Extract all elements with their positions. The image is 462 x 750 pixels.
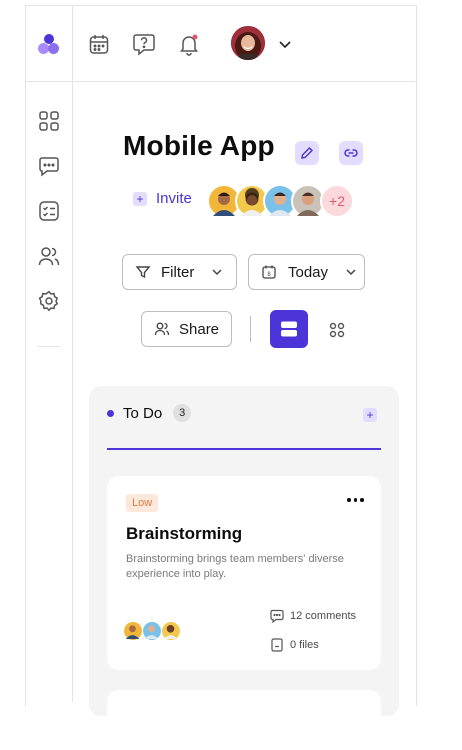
files-count[interactable]: 0 files [270,638,319,652]
column-underline [107,448,381,450]
date-label: Today [288,263,329,281]
invite-button[interactable]: + Invite [133,190,192,207]
copy-link-button[interactable] [339,141,363,165]
sidebar [25,6,73,702]
file-icon [271,638,283,652]
filter-button[interactable]: Filter [122,254,237,290]
column-title: To Do [123,404,163,422]
chat-icon[interactable] [37,154,61,178]
share-label: Share [179,320,220,338]
board-view-button[interactable] [270,310,308,348]
more-members-badge[interactable]: +2 [320,184,354,218]
app-logo[interactable] [38,34,60,56]
calendar-icon[interactable] [87,32,111,56]
filter-icon [135,266,151,279]
top-bar [73,6,415,82]
comment-icon [270,609,284,623]
card-title: Brainstorming [126,524,243,543]
share-button[interactable]: Share [141,311,232,347]
task-card[interactable] [107,690,381,750]
view-separator [250,316,251,342]
calendar-icon: 8 [262,265,276,279]
settings-icon[interactable] [37,289,61,313]
invite-label: Invite [156,190,192,207]
filter-label: Filter [161,263,195,281]
share-users-icon [154,322,170,336]
task-card[interactable]: Low Brainstorming Brainstorming brings t… [107,476,381,670]
bell-icon[interactable] [177,32,201,56]
pencil-icon [301,147,313,159]
add-task-button[interactable]: + [363,408,377,422]
card-description: Brainstorming brings team members' diver… [126,553,344,580]
priority-badge: Low [126,494,159,512]
kanban-column: To Do 3 + Low Brainstorming Brainstormin… [89,386,399,750]
status-dot [107,409,114,417]
files-label: 0 files [290,639,319,651]
board-view-icon [281,321,297,337]
plus-icon: + [133,191,147,206]
edit-button[interactable] [295,141,319,165]
more-options-icon[interactable] [347,498,364,502]
comments-label: 12 comments [290,610,357,622]
assignee-avatar[interactable] [142,621,162,641]
link-icon [344,149,358,157]
task-list-icon[interactable] [37,199,61,223]
assignee-avatar[interactable] [161,621,181,641]
column-count-badge: 3 [173,404,192,422]
sidebar-separator [38,346,60,347]
date-dropdown[interactable]: 8 Today [248,254,365,290]
chevron-down-icon [212,269,222,276]
svg-text:8: 8 [267,272,271,278]
chevron-down-icon [346,269,356,276]
help-icon[interactable] [132,32,156,56]
comments-count[interactable]: 12 comments [270,609,356,623]
sidebar-divider [25,81,72,82]
chevron-down-icon[interactable] [273,32,297,56]
grid-view-icon [329,322,345,338]
grid-icon[interactable] [37,109,61,133]
assignee-avatar[interactable] [123,621,143,641]
column-header: To Do 3 [107,404,192,422]
grid-view-button[interactable] [326,319,348,341]
user-avatar[interactable] [231,26,265,60]
page-title: Mobile App [123,130,275,161]
users-icon[interactable] [37,244,61,268]
